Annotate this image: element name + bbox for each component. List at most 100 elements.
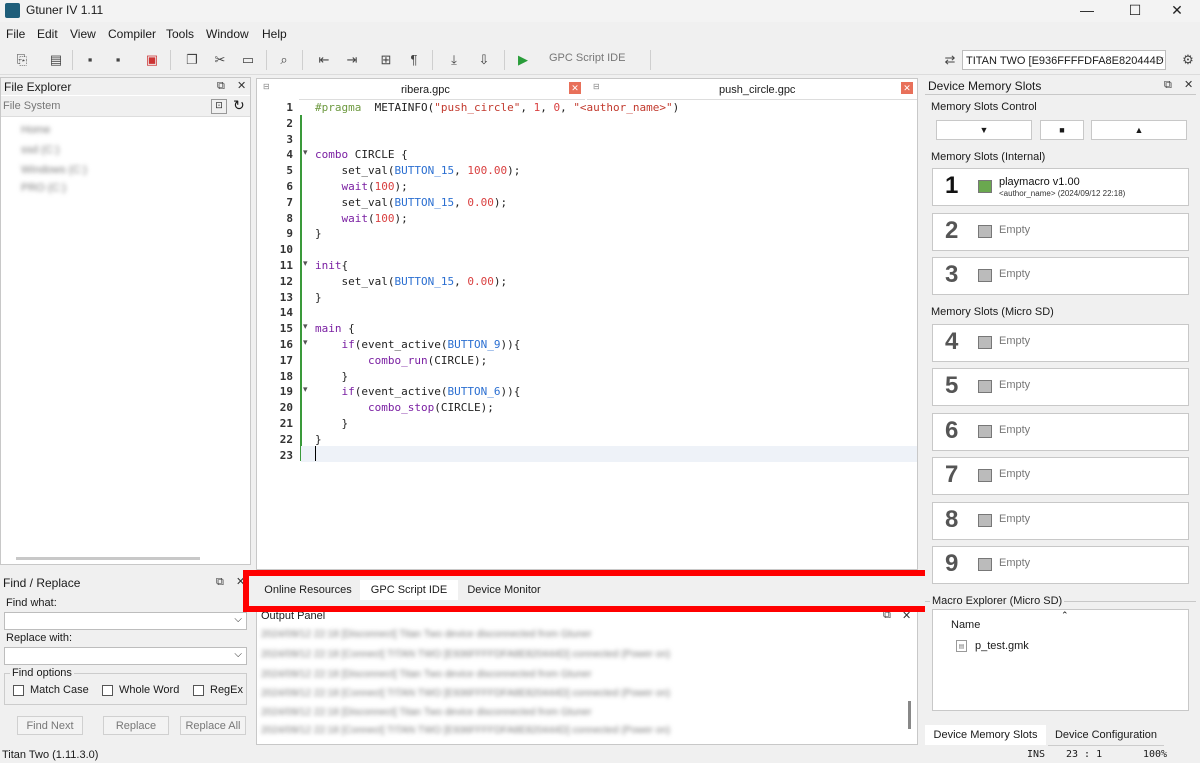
fold-toggle-icon[interactable]: ▾ [303,321,308,332]
code-line[interactable]: main { [315,322,355,335]
code-line[interactable]: wait(100); [315,212,408,225]
close-icon[interactable]: ✕ [1184,78,1193,91]
code-line[interactable]: init{ [315,259,348,272]
memory-slot-3[interactable]: 3 Empty [932,257,1189,295]
find-next-button[interactable]: Find Next [17,716,83,735]
tab-device-configuration[interactable]: Device Configuration [1048,725,1164,746]
code-line[interactable]: combo_stop(CIRCLE); [315,401,494,414]
horizontal-scrollbar[interactable] [16,557,200,560]
macro-explorer-list: Name ⌃ ▤ p_test.gmk [932,609,1189,711]
chevron-down-icon[interactable]: ⌵ [1156,53,1164,64]
code-line[interactable]: set_val(BUTTON_15, 0.00); [315,196,507,209]
code-line[interactable]: } [315,291,322,304]
open-folder-icon[interactable]: ▤ [48,52,64,68]
memory-slot-9[interactable]: 9 Empty [932,546,1189,584]
download-icon[interactable]: ⤓ [446,52,462,68]
memory-slot-7[interactable]: 7 Empty [932,457,1189,495]
code-line[interactable]: if(event_active(BUTTON_6)){ [315,385,521,398]
fold-toggle-icon[interactable]: ▾ [303,147,308,158]
code-line[interactable]: if(event_active(BUTTON_9)){ [315,338,521,351]
code-line[interactable]: } [315,433,322,446]
memory-slot-1[interactable]: 1 playmacro v1.00 <author_name> (2024/09… [932,168,1189,206]
float-icon[interactable]: ⧉ [216,576,224,589]
cut-icon[interactable]: ✂ [212,52,228,68]
float-icon[interactable]: ⧉ [217,80,225,93]
tree-item[interactable]: Home [21,124,50,136]
fold-toggle-icon[interactable]: ▾ [303,384,308,395]
menu-window[interactable]: Window [206,27,249,41]
slot-stop-button[interactable]: ■ [1040,120,1084,140]
code-line[interactable]: } [315,417,348,430]
menu-tools[interactable]: Tools [166,27,194,41]
menu-edit[interactable]: Edit [37,27,58,41]
memory-slot-2[interactable]: 2 Empty [932,213,1189,251]
memory-slot-5[interactable]: 5 Empty [932,368,1189,406]
code-line[interactable]: set_val(BUTTON_15, 0.00); [315,275,507,288]
tree-item[interactable]: Windows (C:) [21,164,87,176]
copy-icon[interactable]: ❐ [184,52,200,68]
gmk-file-icon: ▤ [956,640,967,652]
menu-view[interactable]: View [70,27,96,41]
macro-file-item[interactable]: p_test.gmk [975,640,1029,652]
memory-slot-6[interactable]: 6 Empty [932,413,1189,451]
replace-with-input[interactable]: ⌵ [4,647,247,665]
memory-slot-8[interactable]: 8 Empty [932,502,1189,540]
refresh-icon[interactable]: ↻ [233,97,245,114]
tab-push-circle[interactable]: ⊟ push_circle.gpc ✕ [587,79,917,100]
code-line[interactable]: } [315,370,348,383]
status-zoom: 100% [1143,749,1168,760]
code-line[interactable]: #pragma METAINFO("push_circle", 1, 0, "<… [315,101,679,114]
close-button[interactable]: ✕ [1154,0,1200,22]
save-all-icon[interactable]: ▪ [110,52,126,68]
code-line[interactable]: } [315,227,322,240]
save-icon[interactable]: ▪ [82,52,98,68]
tab-ribera[interactable]: ⊟ ribera.gpc ✕ [257,79,585,100]
name-column-header[interactable]: Name [951,619,980,631]
close-file-icon[interactable]: ▣ [144,52,160,68]
float-icon[interactable]: ⧉ [1164,79,1172,92]
paste-icon[interactable]: ▭ [240,52,256,68]
menu-file[interactable]: File [6,27,25,41]
tree-item[interactable]: ssd (C:) [21,144,60,156]
code-line[interactable]: combo_run(CIRCLE); [315,354,487,367]
device-select[interactable]: TITAN TWO [E936FFFFDFA8E820444D [962,50,1166,70]
regex-checkbox[interactable] [193,685,204,696]
code-line[interactable]: combo CIRCLE { [315,148,408,161]
fold-toggle-icon[interactable]: ▾ [303,337,308,348]
match-case-checkbox[interactable] [13,685,24,696]
tree-item[interactable]: PRO (C:) [21,182,66,194]
program-device-icon[interactable]: ⇩ [476,52,492,68]
slot-down-button[interactable]: ▼ [936,120,1032,140]
new-file-icon[interactable]: ⎘ [14,52,30,68]
code-line[interactable]: wait(100); [315,180,408,193]
menu-compiler[interactable]: Compiler [108,27,156,41]
close-tab-icon[interactable]: ✕ [569,82,581,94]
run-icon[interactable]: ▶ [515,52,531,68]
minimize-button[interactable]: — [1064,0,1110,22]
code-line[interactable]: set_val(BUTTON_15, 100.00); [315,164,520,177]
drive-icon[interactable]: ⊡ [211,99,227,114]
whole-word-checkbox[interactable] [102,685,113,696]
settings-icon[interactable]: ⚙ [1180,52,1196,68]
indent-icon[interactable]: ⇤ [316,52,332,68]
find-icon[interactable]: ⌕ [276,52,292,68]
paragraph-icon[interactable]: ¶ [406,52,422,68]
chevron-down-icon[interactable]: ⌵ [234,614,242,625]
gpc-ide-label[interactable]: GPC Script IDE [549,52,625,64]
close-icon[interactable]: ✕ [237,79,246,92]
maximize-button[interactable]: ☐ [1112,0,1158,22]
tab-device-memory-slots[interactable]: Device Memory Slots [925,725,1046,745]
menu-help[interactable]: Help [262,27,287,41]
comment-icon[interactable]: ⊞ [378,52,394,68]
code-editor[interactable]: ⊟ ribera.gpc ✕ ⊟ push_circle.gpc ✕ 12345… [256,78,918,570]
replace-all-button[interactable]: Replace All [180,716,246,735]
close-tab-icon[interactable]: ✕ [901,82,913,94]
memory-slot-4[interactable]: 4 Empty [932,324,1189,362]
outdent-icon[interactable]: ⇥ [344,52,360,68]
chevron-down-icon[interactable]: ⌵ [234,649,242,660]
find-what-input[interactable]: ⌵ [4,612,247,630]
fold-toggle-icon[interactable]: ▾ [303,258,308,269]
vertical-scrollbar[interactable] [908,701,911,729]
replace-button[interactable]: Replace [103,716,169,735]
slot-up-button[interactable]: ▲ [1091,120,1187,140]
